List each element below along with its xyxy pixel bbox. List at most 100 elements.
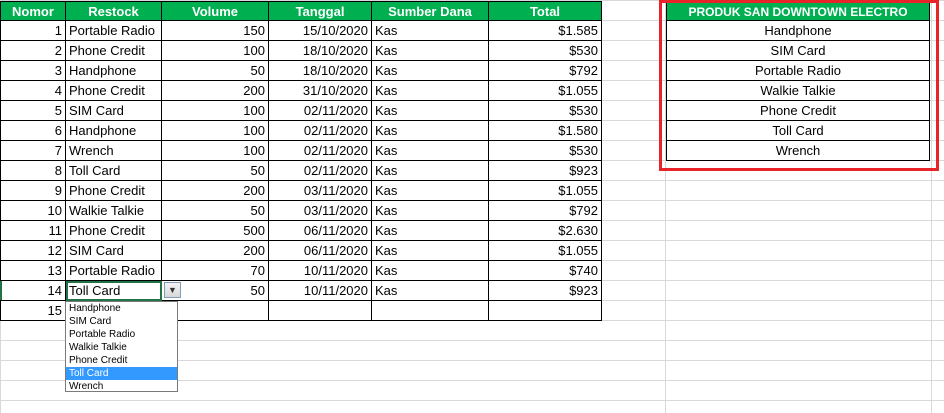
- table-cell-tanggal[interactable]: [269, 301, 372, 321]
- table-cell-sumber[interactable]: [372, 301, 489, 321]
- table-cell-tanggal[interactable]: 02/11/2020: [269, 121, 372, 141]
- table-cell-sumber[interactable]: Kas: [372, 21, 489, 41]
- table-cell-tanggal[interactable]: 18/10/2020: [269, 61, 372, 81]
- table-cell-sumber[interactable]: Kas: [372, 101, 489, 121]
- table-cell-volume[interactable]: 200: [162, 181, 269, 201]
- table-cell-tanggal[interactable]: 02/11/2020: [269, 141, 372, 161]
- column-header[interactable]: Volume: [162, 1, 269, 21]
- table-cell-tanggal[interactable]: 03/11/2020: [269, 181, 372, 201]
- table-cell-volume[interactable]: 500: [162, 221, 269, 241]
- dropdown-option-selected[interactable]: Toll Card: [66, 367, 177, 380]
- table-cell-restock[interactable]: Portable Radio: [66, 261, 162, 281]
- column-header[interactable]: Tanggal: [269, 1, 372, 21]
- table-cell-no[interactable]: 3: [0, 61, 66, 81]
- table-cell-total[interactable]: $1.055: [489, 241, 602, 261]
- table-cell-total[interactable]: $530: [489, 41, 602, 61]
- product-item[interactable]: SIM Card: [666, 41, 930, 61]
- table-cell-restock[interactable]: Toll Card: [66, 281, 162, 301]
- table-cell-volume[interactable]: 50: [162, 161, 269, 181]
- product-item[interactable]: Toll Card: [666, 121, 930, 141]
- table-cell-sumber[interactable]: Kas: [372, 81, 489, 101]
- table-cell-tanggal[interactable]: 15/10/2020: [269, 21, 372, 41]
- table-cell-restock[interactable]: Portable Radio: [66, 21, 162, 41]
- table-cell-restock[interactable]: Phone Credit: [66, 81, 162, 101]
- table-cell-total[interactable]: $1.055: [489, 181, 602, 201]
- table-cell-restock[interactable]: Phone Credit: [66, 221, 162, 241]
- table-cell-volume[interactable]: [162, 301, 269, 321]
- table-cell-total[interactable]: $1.585: [489, 21, 602, 41]
- table-cell-sumber[interactable]: Kas: [372, 261, 489, 281]
- table-cell-volume[interactable]: 100: [162, 41, 269, 61]
- table-cell-total[interactable]: $2.630: [489, 221, 602, 241]
- table-cell-total[interactable]: $1.055: [489, 81, 602, 101]
- table-cell-total[interactable]: $530: [489, 101, 602, 121]
- table-cell-restock[interactable]: Phone Credit: [66, 181, 162, 201]
- table-cell-no[interactable]: 4: [0, 81, 66, 101]
- table-cell-no[interactable]: 7: [0, 141, 66, 161]
- table-cell-volume[interactable]: 50: [162, 61, 269, 81]
- table-cell-total[interactable]: $1.580: [489, 121, 602, 141]
- table-cell-restock[interactable]: Wrench: [66, 141, 162, 161]
- dropdown-option[interactable]: Walkie Talkie: [66, 341, 177, 354]
- table-cell-tanggal[interactable]: 02/11/2020: [269, 161, 372, 181]
- table-cell-total[interactable]: $792: [489, 201, 602, 221]
- table-cell-volume[interactable]: 200: [162, 241, 269, 261]
- dropdown-arrow-button[interactable]: ▼: [164, 282, 181, 298]
- table-cell-sumber[interactable]: Kas: [372, 41, 489, 61]
- validation-dropdown-list[interactable]: Handphone SIM Card Portable Radio Walkie…: [65, 301, 178, 392]
- product-item[interactable]: Phone Credit: [666, 101, 930, 121]
- table-cell-restock[interactable]: SIM Card: [66, 101, 162, 121]
- table-cell-sumber[interactable]: Kas: [372, 61, 489, 81]
- table-cell-no[interactable]: 5: [0, 101, 66, 121]
- dropdown-option[interactable]: SIM Card: [66, 315, 177, 328]
- products-table-title[interactable]: PRODUK SAN DOWNTOWN ELECTRO: [666, 1, 930, 21]
- table-cell-no[interactable]: 13: [0, 261, 66, 281]
- table-cell-tanggal[interactable]: 31/10/2020: [269, 81, 372, 101]
- column-header[interactable]: Sumber Dana: [372, 1, 489, 21]
- dropdown-option[interactable]: Wrench: [66, 380, 177, 393]
- table-cell-volume[interactable]: 100: [162, 101, 269, 121]
- table-cell-sumber[interactable]: Kas: [372, 201, 489, 221]
- table-cell-no[interactable]: 15: [0, 301, 66, 321]
- table-cell-sumber[interactable]: Kas: [372, 181, 489, 201]
- table-cell-sumber[interactable]: Kas: [372, 141, 489, 161]
- table-cell-no[interactable]: 6: [0, 121, 66, 141]
- table-cell-restock[interactable]: Handphone: [66, 61, 162, 81]
- table-cell-sumber[interactable]: Kas: [372, 221, 489, 241]
- table-cell-no[interactable]: 2: [0, 41, 66, 61]
- table-cell-restock[interactable]: Toll Card: [66, 161, 162, 181]
- table-cell-no[interactable]: 12: [0, 241, 66, 261]
- product-item[interactable]: Handphone: [666, 21, 930, 41]
- table-cell-tanggal[interactable]: 10/11/2020: [269, 281, 372, 301]
- table-cell-total[interactable]: $530: [489, 141, 602, 161]
- table-cell-total[interactable]: [489, 301, 602, 321]
- table-cell-tanggal[interactable]: 18/10/2020: [269, 41, 372, 61]
- table-cell-total[interactable]: $923: [489, 281, 602, 301]
- dropdown-option[interactable]: Handphone: [66, 302, 177, 315]
- table-cell-restock[interactable]: Phone Credit: [66, 41, 162, 61]
- table-cell-total[interactable]: $740: [489, 261, 602, 281]
- table-cell-volume[interactable]: 70: [162, 261, 269, 281]
- table-cell-sumber[interactable]: Kas: [372, 241, 489, 261]
- table-cell-tanggal[interactable]: 03/11/2020: [269, 201, 372, 221]
- table-cell-no[interactable]: 10: [0, 201, 66, 221]
- table-cell-total[interactable]: $792: [489, 61, 602, 81]
- table-cell-sumber[interactable]: Kas: [372, 281, 489, 301]
- table-cell-volume[interactable]: 100: [162, 121, 269, 141]
- table-cell-tanggal[interactable]: 10/11/2020: [269, 261, 372, 281]
- table-cell-no[interactable]: 14: [0, 281, 66, 301]
- dropdown-option[interactable]: Phone Credit: [66, 354, 177, 367]
- column-header[interactable]: Restock: [66, 1, 162, 21]
- table-cell-no[interactable]: 8: [0, 161, 66, 181]
- table-cell-restock[interactable]: Walkie Talkie: [66, 201, 162, 221]
- table-cell-volume[interactable]: 200: [162, 81, 269, 101]
- dropdown-option[interactable]: Portable Radio: [66, 328, 177, 341]
- column-header[interactable]: Nomor: [0, 1, 66, 21]
- product-item[interactable]: Walkie Talkie: [666, 81, 930, 101]
- table-cell-tanggal[interactable]: 06/11/2020: [269, 241, 372, 261]
- table-cell-volume[interactable]: 100: [162, 141, 269, 161]
- table-cell-total[interactable]: $923: [489, 161, 602, 181]
- product-item[interactable]: Wrench: [666, 141, 930, 161]
- table-cell-restock[interactable]: Handphone: [66, 121, 162, 141]
- table-cell-sumber[interactable]: Kas: [372, 161, 489, 181]
